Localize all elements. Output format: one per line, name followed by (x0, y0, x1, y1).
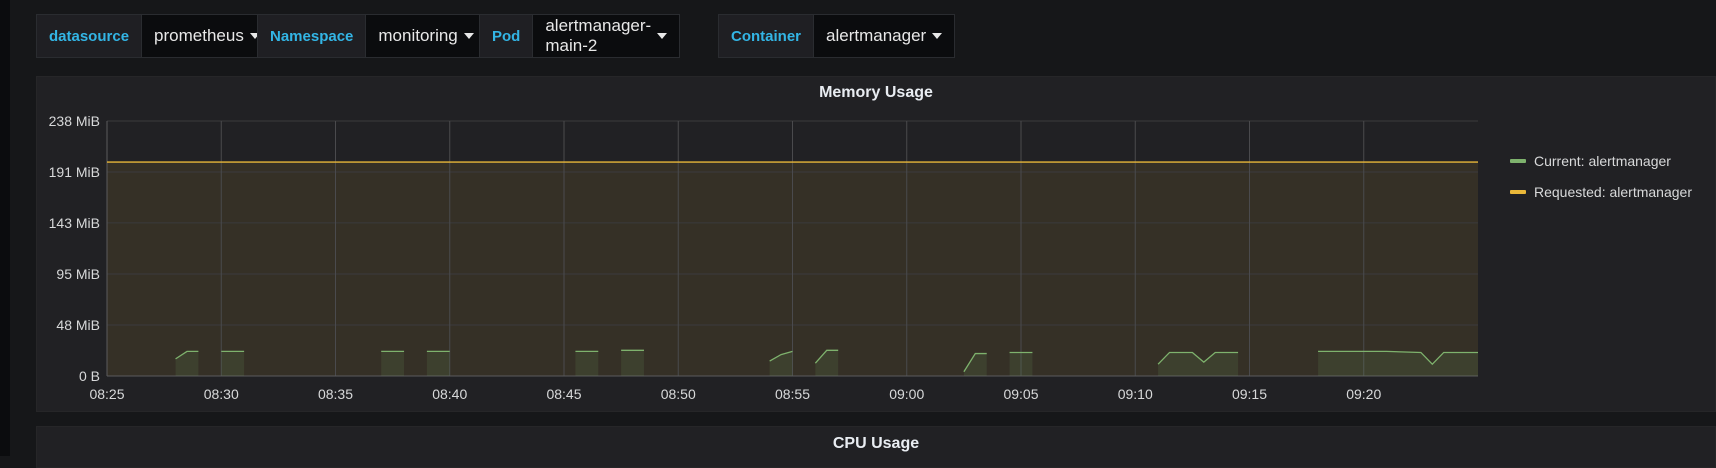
cpu-usage-panel: CPU Usage (36, 426, 1716, 468)
memory-usage-chart: 0 B 48 MiB 95 MiB 143 MiB 191 MiB 238 MiB 08:2… (49, 113, 1478, 402)
x-tick-label: 08:35 (318, 386, 353, 402)
x-tick-label: 08:25 (89, 386, 124, 402)
y-tick-label: 238 MiB (49, 113, 100, 129)
legend-item-current[interactable]: Current: alertmanager (1510, 145, 1692, 176)
x-tick-label: 08:30 (204, 386, 239, 402)
series-area-current (221, 351, 245, 376)
x-tick-label: 09:00 (889, 386, 924, 402)
legend-label: Requested: alertmanager (1534, 183, 1692, 200)
x-tick-label: 09:20 (1346, 386, 1381, 402)
legend-item-requested[interactable]: Requested: alertmanager (1510, 176, 1692, 207)
x-tick-label: 08:40 (432, 386, 467, 402)
x-tick-label: 08:45 (546, 386, 581, 402)
legend-swatch (1510, 189, 1526, 194)
y-tick-label: 48 MiB (56, 317, 100, 333)
legend-swatch (1510, 158, 1526, 163)
series-area-current (426, 351, 450, 376)
y-tick-label: 143 MiB (49, 215, 100, 231)
y-tick-label: 0 B (79, 368, 100, 384)
panel-title[interactable]: CPU Usage (37, 435, 1715, 453)
series-area-current (1009, 352, 1033, 376)
x-tick-label: 08:55 (775, 386, 810, 402)
y-tick-label: 191 MiB (49, 164, 100, 180)
x-tick-label: 09:15 (1232, 386, 1267, 402)
series-area-current (381, 351, 405, 376)
chart-legend: Current: alertmanager Requested: alertma… (1510, 145, 1692, 207)
x-tick-label: 09:05 (1003, 386, 1038, 402)
x-tick-label: 08:50 (661, 386, 696, 402)
series-area-current (1318, 351, 1478, 376)
series-area-current (621, 350, 644, 376)
legend-label: Current: alertmanager (1534, 152, 1671, 169)
series-area-current (575, 351, 599, 376)
x-tick-label: 09:10 (1118, 386, 1153, 402)
y-tick-label: 95 MiB (56, 266, 100, 282)
